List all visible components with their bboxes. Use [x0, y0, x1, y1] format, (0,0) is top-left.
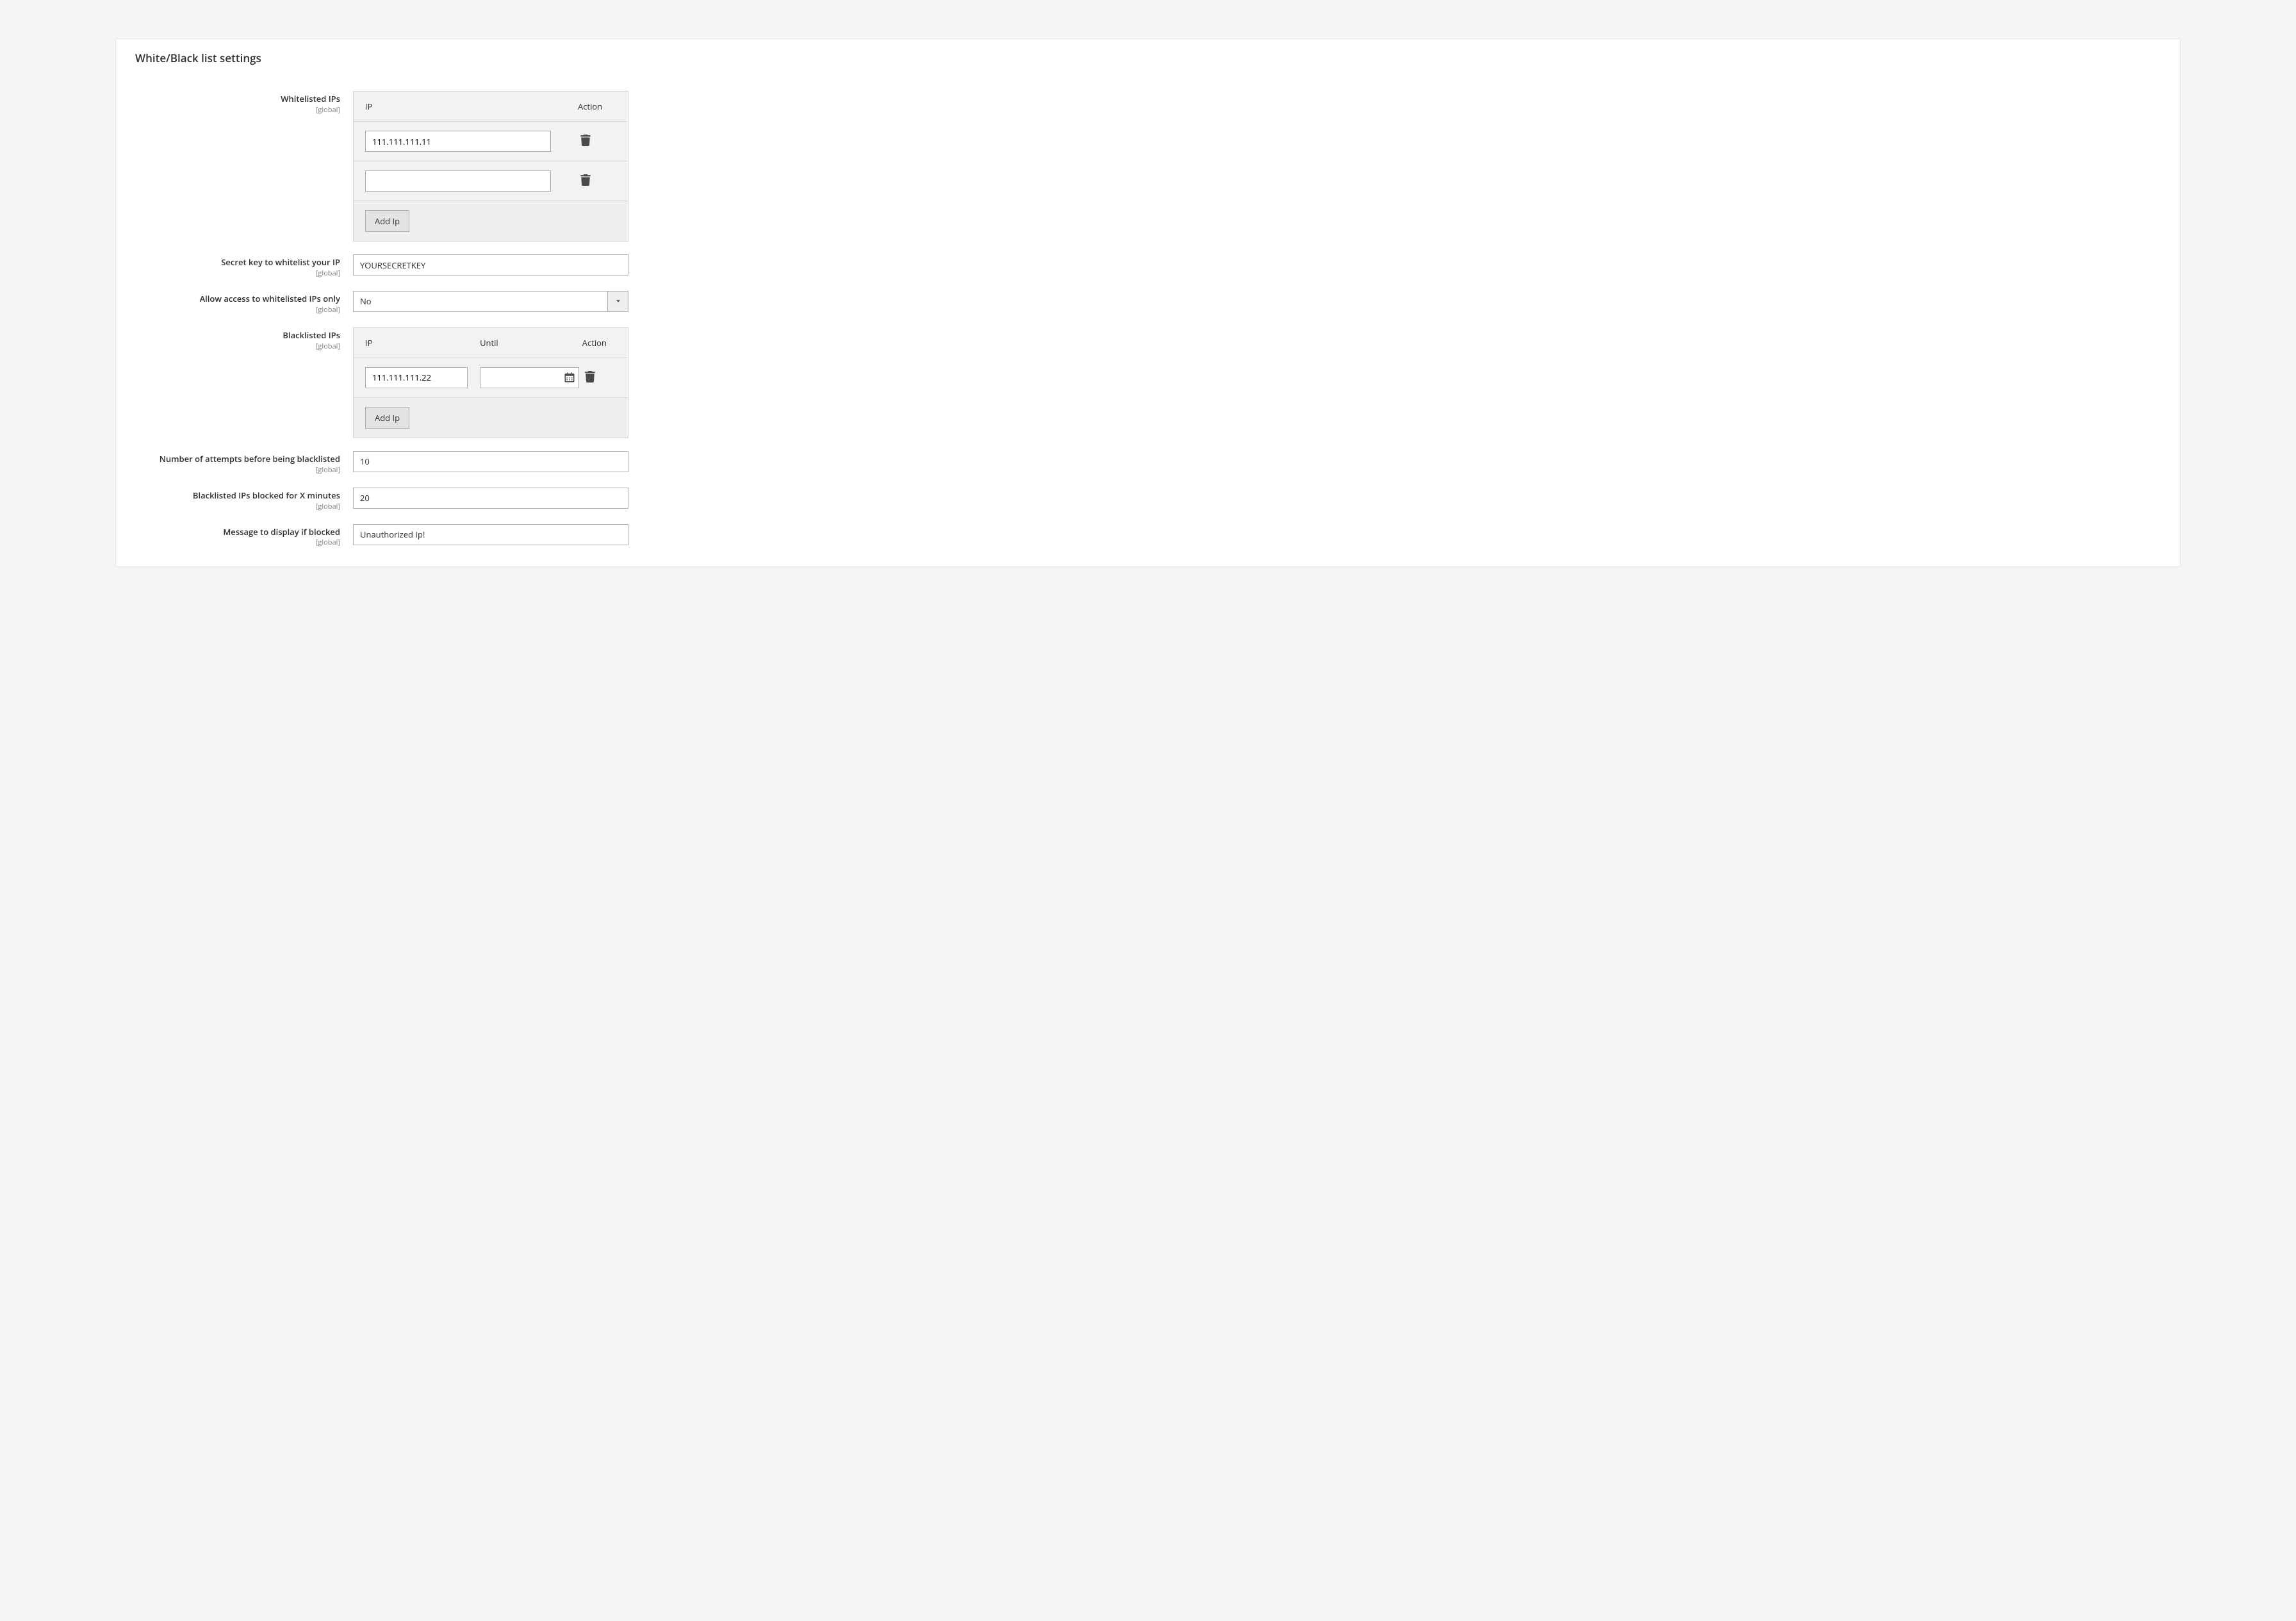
scope-label: [global] — [135, 268, 340, 278]
blacklist-grid: IP Until Action — [353, 327, 628, 438]
trash-icon — [580, 174, 591, 188]
whitelist-grid: IP Action — [353, 91, 628, 242]
col-header-until: Until — [480, 337, 582, 349]
col-header-action: Action — [578, 101, 616, 112]
col-header-ip: IP — [365, 101, 557, 112]
allow-whitelisted-only-select[interactable]: No — [353, 291, 628, 312]
field-allow-whitelisted-only: Allow access to whitelisted IPs only [gl… — [135, 291, 2161, 315]
grid-footer: Add Ip — [354, 398, 628, 438]
add-ip-button[interactable]: Add Ip — [365, 407, 409, 429]
field-blocked-minutes: Blacklisted IPs blocked for X minutes [g… — [135, 488, 2161, 511]
field-blocked-message: Message to display if blocked [global] — [135, 524, 2161, 548]
table-row — [354, 122, 628, 161]
input-col: IP Action — [353, 91, 628, 242]
delete-row-button[interactable] — [578, 132, 593, 151]
trash-icon — [580, 135, 591, 148]
until-wrap — [480, 367, 579, 388]
attempts-input[interactable] — [353, 451, 628, 472]
blocked-minutes-input[interactable] — [353, 488, 628, 509]
grid-header: IP Action — [354, 92, 628, 122]
label-whitelisted-ips: Whitelisted IPs — [135, 94, 340, 104]
select-wrap: No — [353, 291, 628, 312]
label-col: Whitelisted IPs [global] — [135, 91, 353, 115]
scope-label: [global] — [135, 538, 340, 547]
scope-label: [global] — [135, 305, 340, 315]
label-secret-key: Secret key to whitelist your IP — [135, 257, 340, 268]
scope-label: [global] — [135, 502, 340, 511]
secret-key-input[interactable] — [353, 254, 628, 276]
grid-header: IP Until Action — [354, 328, 628, 358]
settings-panel: White/Black list settings Whitelisted IP… — [115, 38, 2181, 567]
scope-label: [global] — [135, 105, 340, 115]
col-header-ip: IP — [365, 337, 480, 349]
trash-icon — [585, 371, 595, 384]
delete-row-button[interactable] — [582, 368, 598, 387]
scope-label: [global] — [135, 341, 340, 351]
field-attempts: Number of attempts before being blacklis… — [135, 451, 2161, 475]
add-ip-button[interactable]: Add Ip — [365, 210, 409, 232]
blocked-message-input[interactable] — [353, 524, 628, 545]
delete-row-button[interactable] — [578, 172, 593, 190]
label-attempts: Number of attempts before being blacklis… — [135, 454, 340, 465]
label-allow-whitelisted-only: Allow access to whitelisted IPs only — [135, 293, 340, 304]
label-blocked-message: Message to display if blocked — [135, 527, 340, 538]
table-row — [354, 358, 628, 398]
col-header-action: Action — [582, 337, 616, 349]
whitelist-ip-input[interactable] — [365, 170, 551, 192]
label-blacklisted-ips: Blacklisted IPs — [135, 330, 340, 341]
field-blacklisted-ips: Blacklisted IPs [global] IP Until Action — [135, 327, 2161, 438]
table-row — [354, 161, 628, 201]
field-whitelisted-ips: Whitelisted IPs [global] IP Action — [135, 91, 2161, 242]
label-blocked-minutes: Blacklisted IPs blocked for X minutes — [135, 490, 340, 501]
grid-footer: Add Ip — [354, 201, 628, 241]
calendar-icon[interactable] — [564, 372, 575, 383]
blacklist-ip-input[interactable] — [365, 367, 468, 388]
scope-label: [global] — [135, 465, 340, 475]
field-secret-key: Secret key to whitelist your IP [global] — [135, 254, 2161, 278]
whitelist-ip-input[interactable] — [365, 131, 551, 152]
panel-title: White/Black list settings — [135, 51, 2161, 65]
